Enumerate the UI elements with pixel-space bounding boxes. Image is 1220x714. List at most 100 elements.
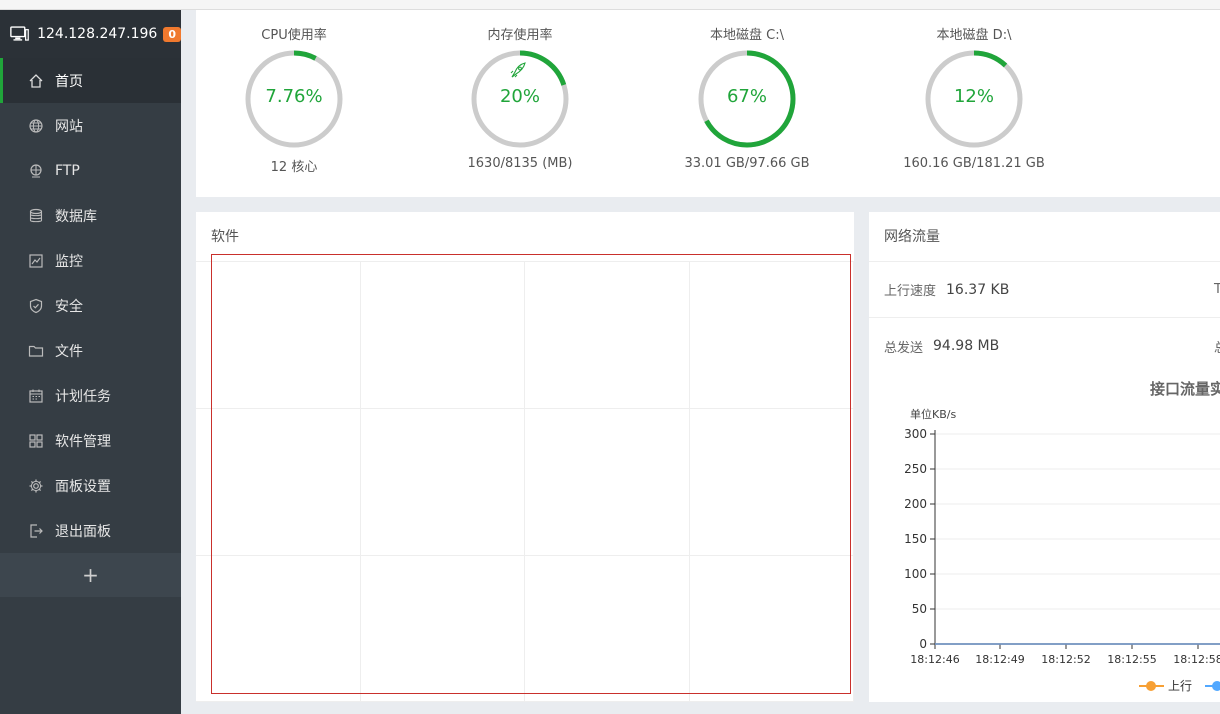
download-speed-label: T (1214, 282, 1220, 297)
sidebar-item-label: 安全 (55, 298, 83, 315)
sidebar-item-label: 计划任务 (55, 388, 111, 405)
database-icon (29, 208, 43, 222)
upload-speed-label: 上行速度 (884, 284, 937, 299)
total-received-label: 总 (1214, 337, 1220, 356)
software-slot[interactable] (690, 409, 854, 556)
cpu-gauge[interactable]: CPU使用率 7.76% 12 核心 (194, 10, 394, 175)
legend-marker-dot (1212, 681, 1220, 691)
sidebar-item-label: 文件 (55, 343, 83, 360)
software-slot[interactable] (361, 262, 525, 409)
monitor-icon (29, 253, 43, 268)
sidebar-item-6[interactable]: 文件 (0, 328, 181, 373)
software-slot[interactable] (525, 262, 690, 409)
total-sent-value: 94.98 MB (933, 338, 1000, 354)
sidebar-item-1[interactable]: 网站 (0, 103, 181, 148)
network-panel: 网络流量 上行速度 16.37 KB T 总发送 94.98 MB 总 接口流量… (869, 212, 1220, 702)
disk-c-gauge[interactable]: 本地磁盘 C:\ 67% 33.01 GB/97.66 GB (647, 10, 847, 171)
software-slot[interactable] (361, 409, 525, 556)
gauge-subtext: 160.16 GB/181.21 GB (903, 156, 1045, 171)
gauge-subtext: 12 核心 (270, 160, 318, 175)
shield-icon (29, 298, 43, 313)
sidebar-item-5[interactable]: 安全 (0, 283, 181, 328)
total-sent-row: 总发送 94.98 MB 总 (869, 318, 1220, 374)
y-tick-label: 250 (904, 462, 927, 476)
x-tick-label: 18:12:49 (975, 653, 1024, 666)
server-ip: 124.128.247.196 (37, 26, 158, 42)
rocket-icon[interactable] (510, 62, 526, 78)
y-tick-label: 300 (904, 427, 927, 441)
sidebar-item-0[interactable]: 首页 (0, 58, 181, 103)
y-tick-label: 150 (904, 532, 927, 546)
sidebar-item-10[interactable]: 退出面板 (0, 508, 181, 553)
y-tick-label: 50 (912, 602, 927, 616)
software-slot[interactable] (196, 262, 361, 409)
sidebar-item-label: 监控 (55, 253, 83, 270)
upload-speed-value: 16.37 KB (946, 281, 1010, 298)
gauge-subtext: 33.01 GB/97.66 GB (684, 156, 810, 171)
sidebar-item-9[interactable]: 面板设置 (0, 463, 181, 508)
network-panel-title: 网络流量 (869, 212, 1220, 262)
sidebar-item-label: 数据库 (55, 208, 97, 225)
gauge-title: CPU使用率 (261, 28, 327, 43)
software-slot[interactable] (525, 556, 690, 702)
traffic-line-chart: 0 50 100 150 200 250 300 18:12:46 18:12:49 18:12:… (904, 427, 1220, 693)
logout-icon (30, 523, 43, 538)
gauge-value: 12% (953, 86, 994, 107)
gauge-title: 本地磁盘 D:\ (936, 28, 1012, 43)
y-tick-label: 0 (919, 637, 927, 651)
gauge-title: 本地磁盘 C:\ (710, 28, 784, 43)
software-slot[interactable] (196, 409, 361, 556)
software-panel: 软件 (196, 212, 854, 702)
ftp-icon (30, 163, 42, 178)
sidebar-item-label: 软件管理 (55, 433, 111, 450)
upload-speed-row: 上行速度 16.37 KB T (869, 262, 1220, 318)
sidebar-item-label: 首页 (55, 73, 83, 90)
legend-marker-dot (1146, 681, 1156, 691)
x-tick-label: 18:12:52 (1041, 653, 1090, 666)
software-slot[interactable] (361, 556, 525, 702)
gauge-value: 20% (499, 86, 540, 107)
message-count-badge[interactable]: 0 (163, 26, 181, 42)
server-monitor-icon (10, 26, 29, 41)
software-slot[interactable] (690, 556, 854, 702)
software-grid (196, 262, 854, 702)
chart-title: 接口流量实 (1150, 380, 1220, 398)
software-slot[interactable] (196, 556, 361, 702)
sidebar-item-4[interactable]: 监控 (0, 238, 181, 283)
gauge-subtext: 1630/8135 (MB) (467, 156, 573, 171)
legend-label: 上行 (1168, 679, 1192, 693)
globe-icon (29, 118, 43, 133)
add-shortcut-button[interactable]: + (0, 553, 181, 597)
sidebar: 124.128.247.196 0 首页网站 FTP 数据库监控安全文件计划任务软件… (0, 10, 181, 714)
memory-gauge[interactable]: 内存使用率 20% 1630/8135 (MB) (420, 10, 620, 171)
folder-icon (28, 345, 44, 357)
x-tick-label: 18:12:46 (910, 653, 959, 666)
gauge-value: 7.76% (265, 86, 323, 107)
sidebar-item-label: 退出面板 (55, 523, 111, 540)
system-stats-panel: CPU使用率 7.76% 12 核心 内存使用率 20% 1630/8135 (MB) 本地… (196, 10, 1220, 197)
sidebar-item-label: 网站 (55, 118, 83, 135)
server-header: 124.128.247.196 0 (0, 10, 181, 58)
software-slot[interactable] (525, 409, 690, 556)
y-tick-label: 100 (904, 567, 927, 581)
gear-icon (29, 479, 43, 492)
gauge-title: 内存使用率 (487, 28, 553, 43)
y-tick-label: 200 (904, 497, 927, 511)
software-slot[interactable] (690, 262, 854, 409)
sidebar-nav: 首页网站 FTP 数据库监控安全文件计划任务软件管理面板设置退出面板 (0, 58, 181, 553)
home-icon (29, 73, 43, 88)
sidebar-item-label: 面板设置 (55, 478, 111, 495)
sidebar-item-7[interactable]: 计划任务 (0, 373, 181, 418)
sidebar-item-8[interactable]: 软件管理 (0, 418, 181, 463)
sidebar-item-label: FTP (55, 162, 80, 179)
x-tick-label: 18:12:58 (1173, 653, 1220, 666)
sidebar-item-2[interactable]: FTP (0, 148, 181, 193)
gauge-value: 67% (726, 86, 767, 107)
browser-bookmarks-bar (0, 0, 1220, 10)
total-sent-label: 总发送 (884, 340, 924, 356)
software-panel-title: 软件 (196, 212, 854, 262)
x-tick-label: 18:12:55 (1107, 653, 1156, 666)
sidebar-item-3[interactable]: 数据库 (0, 193, 181, 238)
apps-icon (29, 433, 43, 448)
disk-d-gauge[interactable]: 本地磁盘 D:\ 12% 160.16 GB/181.21 GB (874, 10, 1074, 171)
